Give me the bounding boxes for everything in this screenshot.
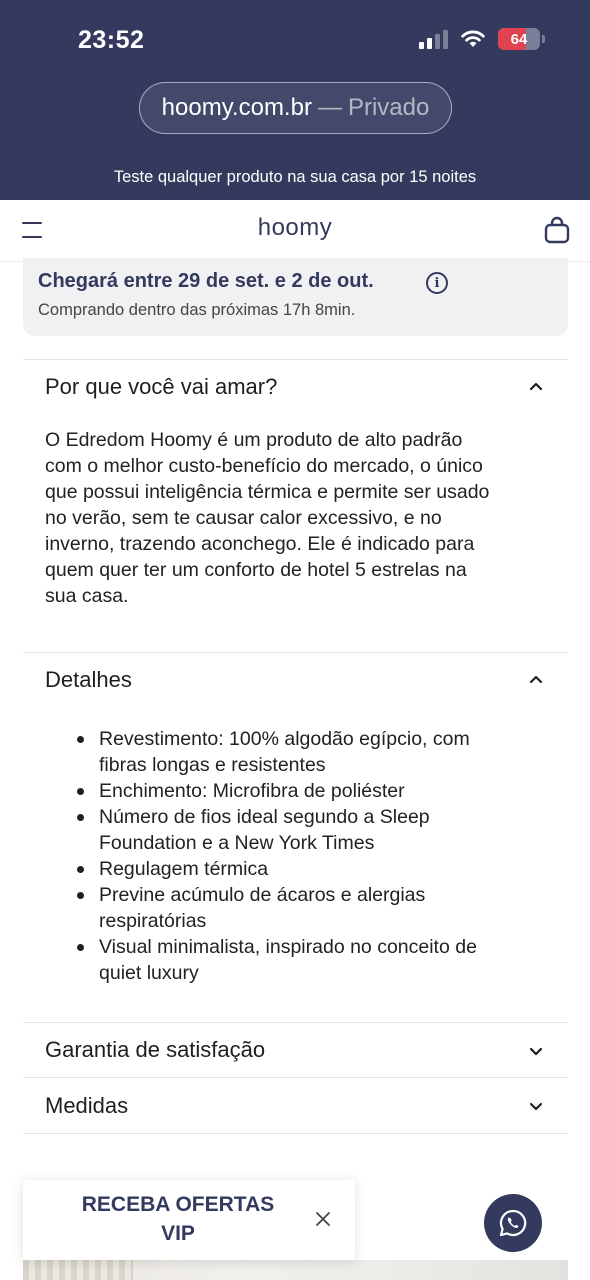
description-line: com o melhor custo-benefício do mercado,… [45,455,483,477]
accordion-why-love-title[interactable]: Por que você vai amar? [45,374,277,400]
status-icons: 64 [419,28,545,50]
list-item: Revestimento: 100% algodão egípcio, com … [45,726,555,778]
vip-offers-text[interactable]: RECEBA OFERTAS VIP [23,1190,333,1248]
battery-icon: 64 [498,28,545,50]
url-separator: — [317,94,342,121]
list-item-line: quiet luxury [99,962,199,984]
list-item-line: Número de fios ideal segundo a Sleep [99,806,430,828]
accordion-guarantee-title[interactable]: Garantia de satisfação [45,1037,265,1063]
site-header: hoomy [0,200,590,262]
list-item: Número de fios ideal segundo a Sleep Fou… [45,804,555,856]
address-bar[interactable]: hoomy.com.br — Privado [139,82,452,134]
list-item-line: Revestimento: 100% algodão egípcio, com [99,728,470,750]
list-item-line: Regulagem térmica [99,858,269,880]
list-item: Visual minimalista, inspirado no conceit… [45,934,555,986]
list-item-line: fibras longas e resistentes [99,754,326,776]
shopping-bag-icon[interactable] [544,216,570,244]
chevron-down-icon[interactable] [527,1042,545,1060]
accordion-measures-title[interactable]: Medidas [45,1093,128,1119]
vip-text-line: VIP [161,1222,195,1245]
list-item-line: respiratórias [99,910,207,932]
list-item: Enchimento: Microfibra de poliéster [45,778,555,804]
delivery-subtitle: Comprando dentro das próximas 17h 8min. [38,301,356,319]
vip-offers-popup[interactable]: RECEBA OFERTAS VIP [23,1180,355,1260]
private-mode-label: Privado [347,94,430,121]
hoomy-logo[interactable]: hoomy [0,214,590,242]
divider [23,652,568,653]
promo-banner-text: Teste qualquer produto na sua casa por 1… [113,168,477,186]
chevron-down-icon[interactable] [527,1097,545,1115]
list-item: Previne acúmulo de ácaros e alergias res… [45,882,555,934]
close-icon[interactable] [313,1209,333,1229]
divider [23,1022,568,1023]
accordion-details-title[interactable]: Detalhes [45,667,132,693]
chevron-up-icon[interactable] [527,670,545,688]
why-love-description: O Edredom Hoomy é um produto de alto pad… [45,427,555,609]
whatsapp-icon [499,1209,527,1237]
vip-text-line: RECEBA OFERTAS [81,1193,275,1216]
divider [23,359,568,360]
browser-chrome: 23:52 64 hoomy.com.br — Privado Teste qu… [0,0,590,200]
description-line: que possui inteligência térmica e permit… [45,481,490,503]
description-line: no verão, sem te causar calor excessivo,… [45,507,442,529]
delivery-title: Chegará entre 29 de set. e 2 de out. [38,270,374,292]
divider [23,1077,568,1078]
product-image [23,1260,568,1280]
list-item-line: Foundation e a New York Times [99,832,375,854]
list-item-line: Enchimento: Microfibra de poliéster [99,780,405,802]
info-icon[interactable]: i [426,272,448,294]
url-domain: hoomy.com.br [161,94,312,121]
whatsapp-button[interactable] [484,1194,542,1252]
description-line: sua casa. [45,585,129,607]
divider [23,1133,568,1134]
battery-level: 64 [510,30,528,48]
description-line: quem quer ter um conforto de hotel 5 est… [45,559,467,581]
list-item-line: Visual minimalista, inspirado no conceit… [99,936,477,958]
details-list: Revestimento: 100% algodão egípcio, com … [45,726,555,986]
wifi-icon [461,30,485,47]
list-item-line: Previne acúmulo de ácaros e alergias [99,884,426,906]
status-time: 23:52 [78,26,145,54]
description-line: O Edredom Hoomy é um produto de alto pad… [45,429,463,451]
list-item: Regulagem térmica [45,856,555,882]
cellular-signal-icon [419,29,448,49]
description-line: inverno, trazendo aconchego. Ele é indic… [45,533,475,555]
chevron-up-icon[interactable] [527,377,545,395]
delivery-estimate: Chegará entre 29 de set. e 2 de out. i C… [23,258,568,336]
